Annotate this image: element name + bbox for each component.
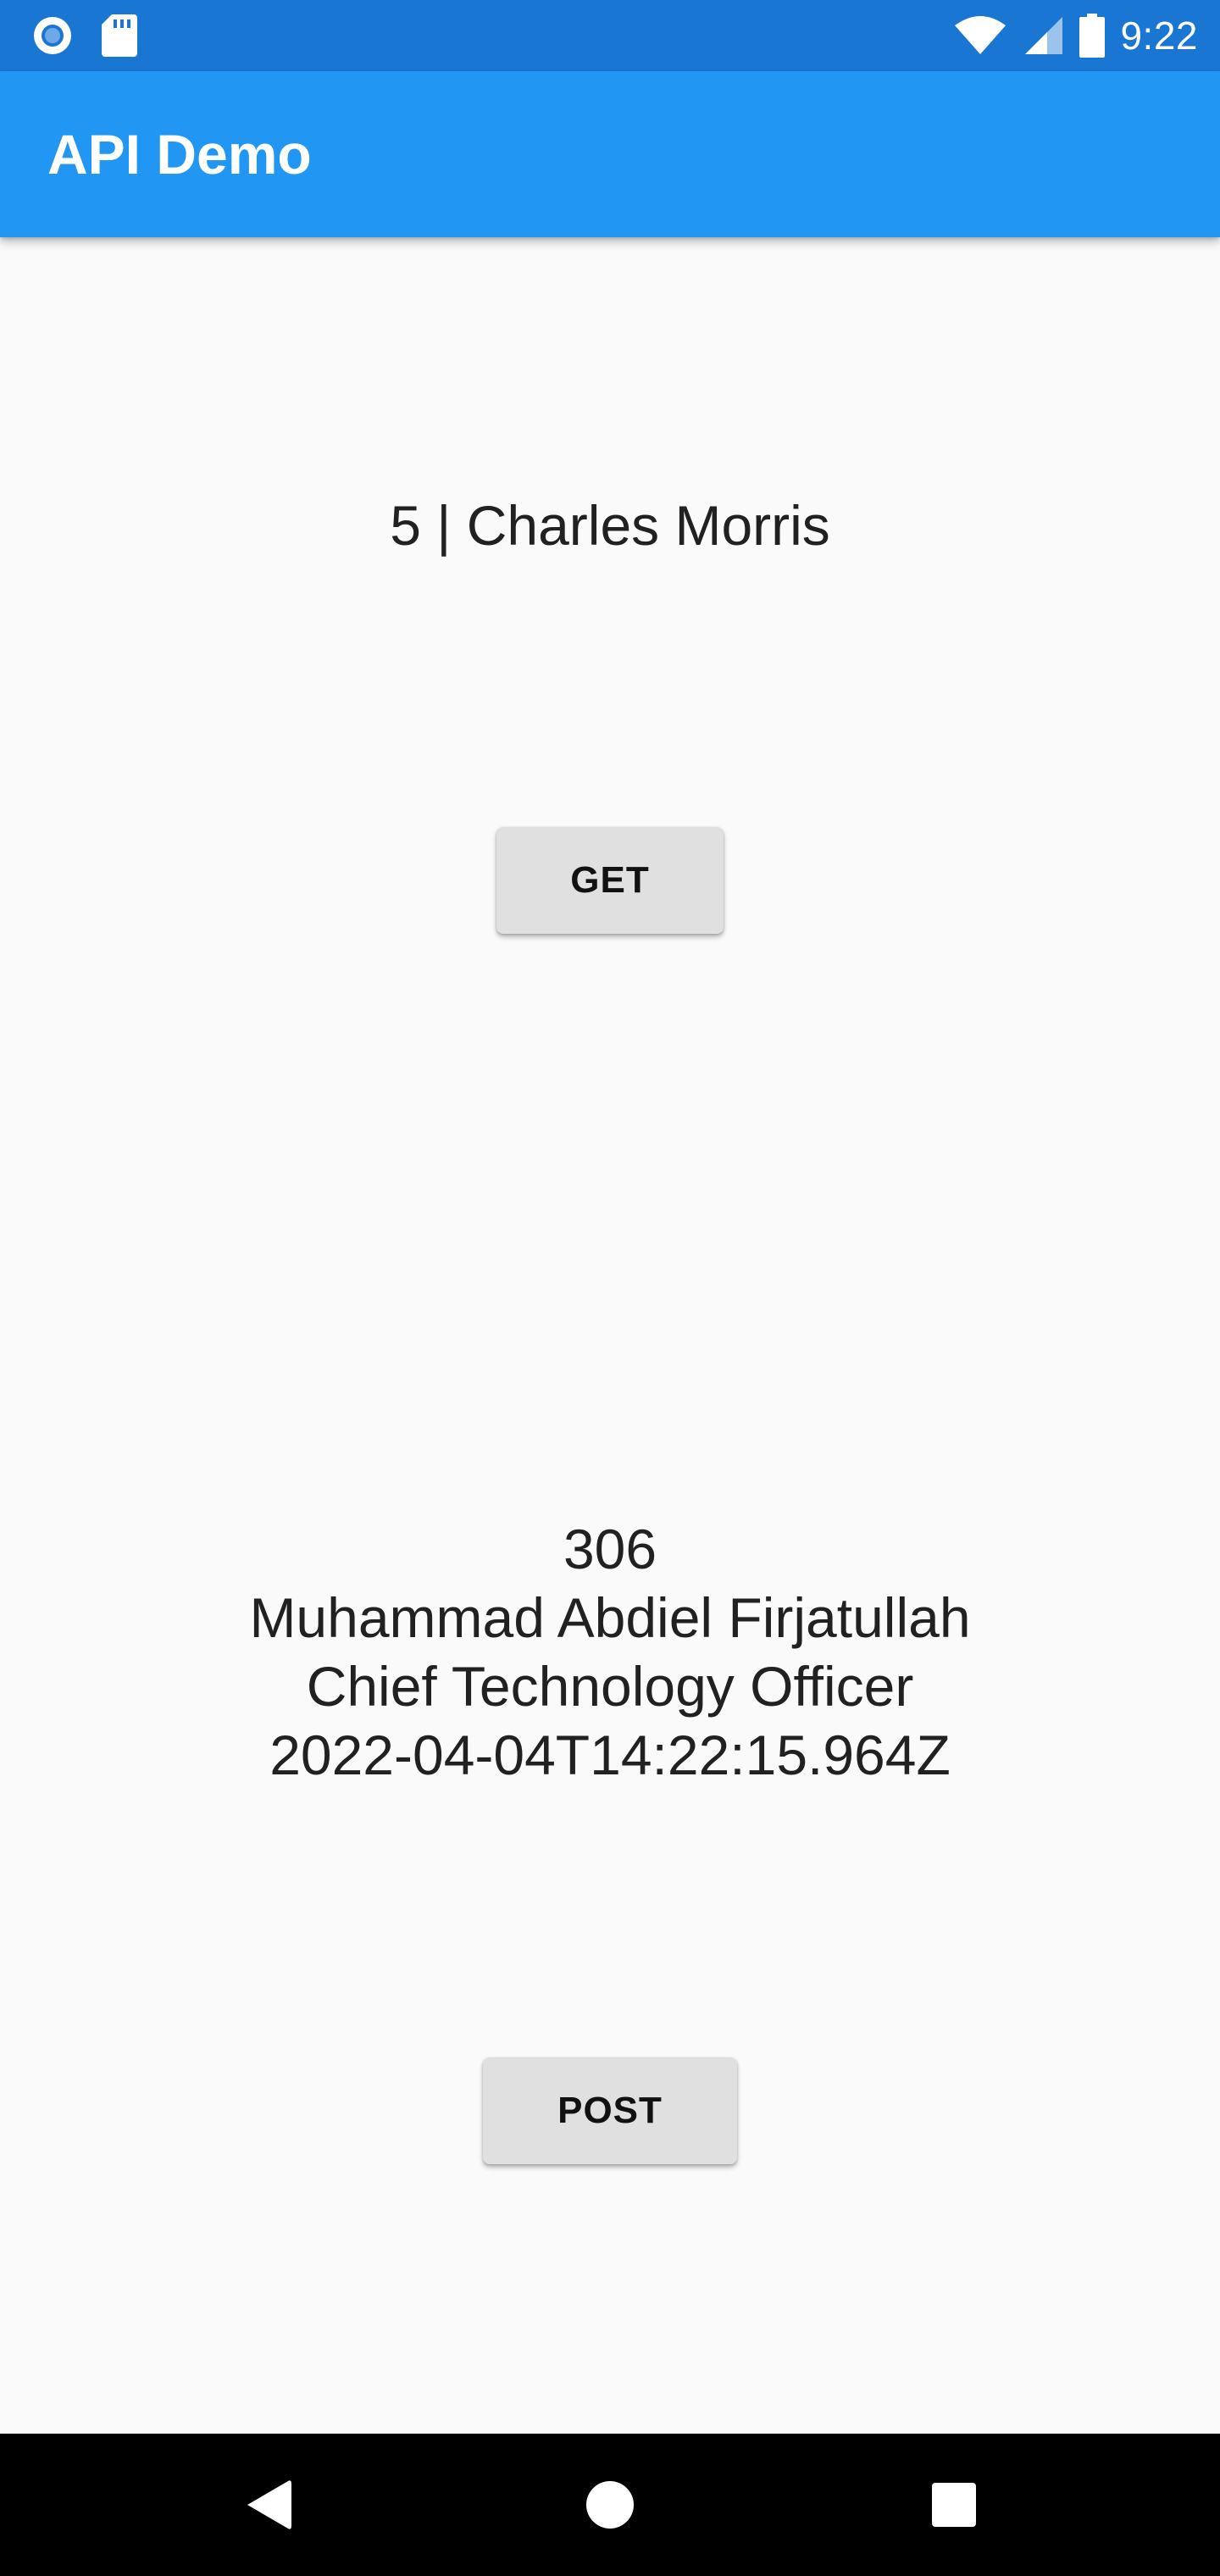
app-bar: API Demo xyxy=(0,71,1220,237)
status-time: 9:22 xyxy=(1120,14,1198,58)
cell-signal-icon xyxy=(1022,15,1064,56)
post-result-created-at: 2022-04-04T14:22:15.964Z xyxy=(269,1724,951,1786)
sd-card-icon xyxy=(102,14,137,57)
get-result-text: 5 | Charles Morris xyxy=(390,494,830,557)
back-icon[interactable] xyxy=(208,2434,327,2576)
record-icon xyxy=(30,14,75,58)
app-screen: 9:22 API Demo 5 | Charles Morris GET 306… xyxy=(0,0,1220,2576)
get-button[interactable]: GET xyxy=(496,827,724,934)
status-left-icons xyxy=(30,0,137,71)
post-result-job: Chief Technology Officer xyxy=(306,1655,914,1718)
app-title: API Demo xyxy=(47,123,312,186)
status-right-icons: 9:22 xyxy=(954,0,1198,71)
wifi-icon xyxy=(954,15,1006,56)
post-result-name: Muhammad Abdiel Firjatullah xyxy=(249,1586,971,1649)
post-result-id: 306 xyxy=(563,1518,657,1580)
navigation-bar xyxy=(0,2434,1220,2576)
recents-icon[interactable] xyxy=(895,2434,1013,2576)
status-bar: 9:22 xyxy=(0,0,1220,71)
post-button[interactable]: POST xyxy=(483,2057,737,2164)
post-result: 306 Muhammad Abdiel Firjatullah Chief Te… xyxy=(0,1515,1220,1790)
battery-icon xyxy=(1079,14,1106,58)
home-icon[interactable] xyxy=(551,2434,669,2576)
